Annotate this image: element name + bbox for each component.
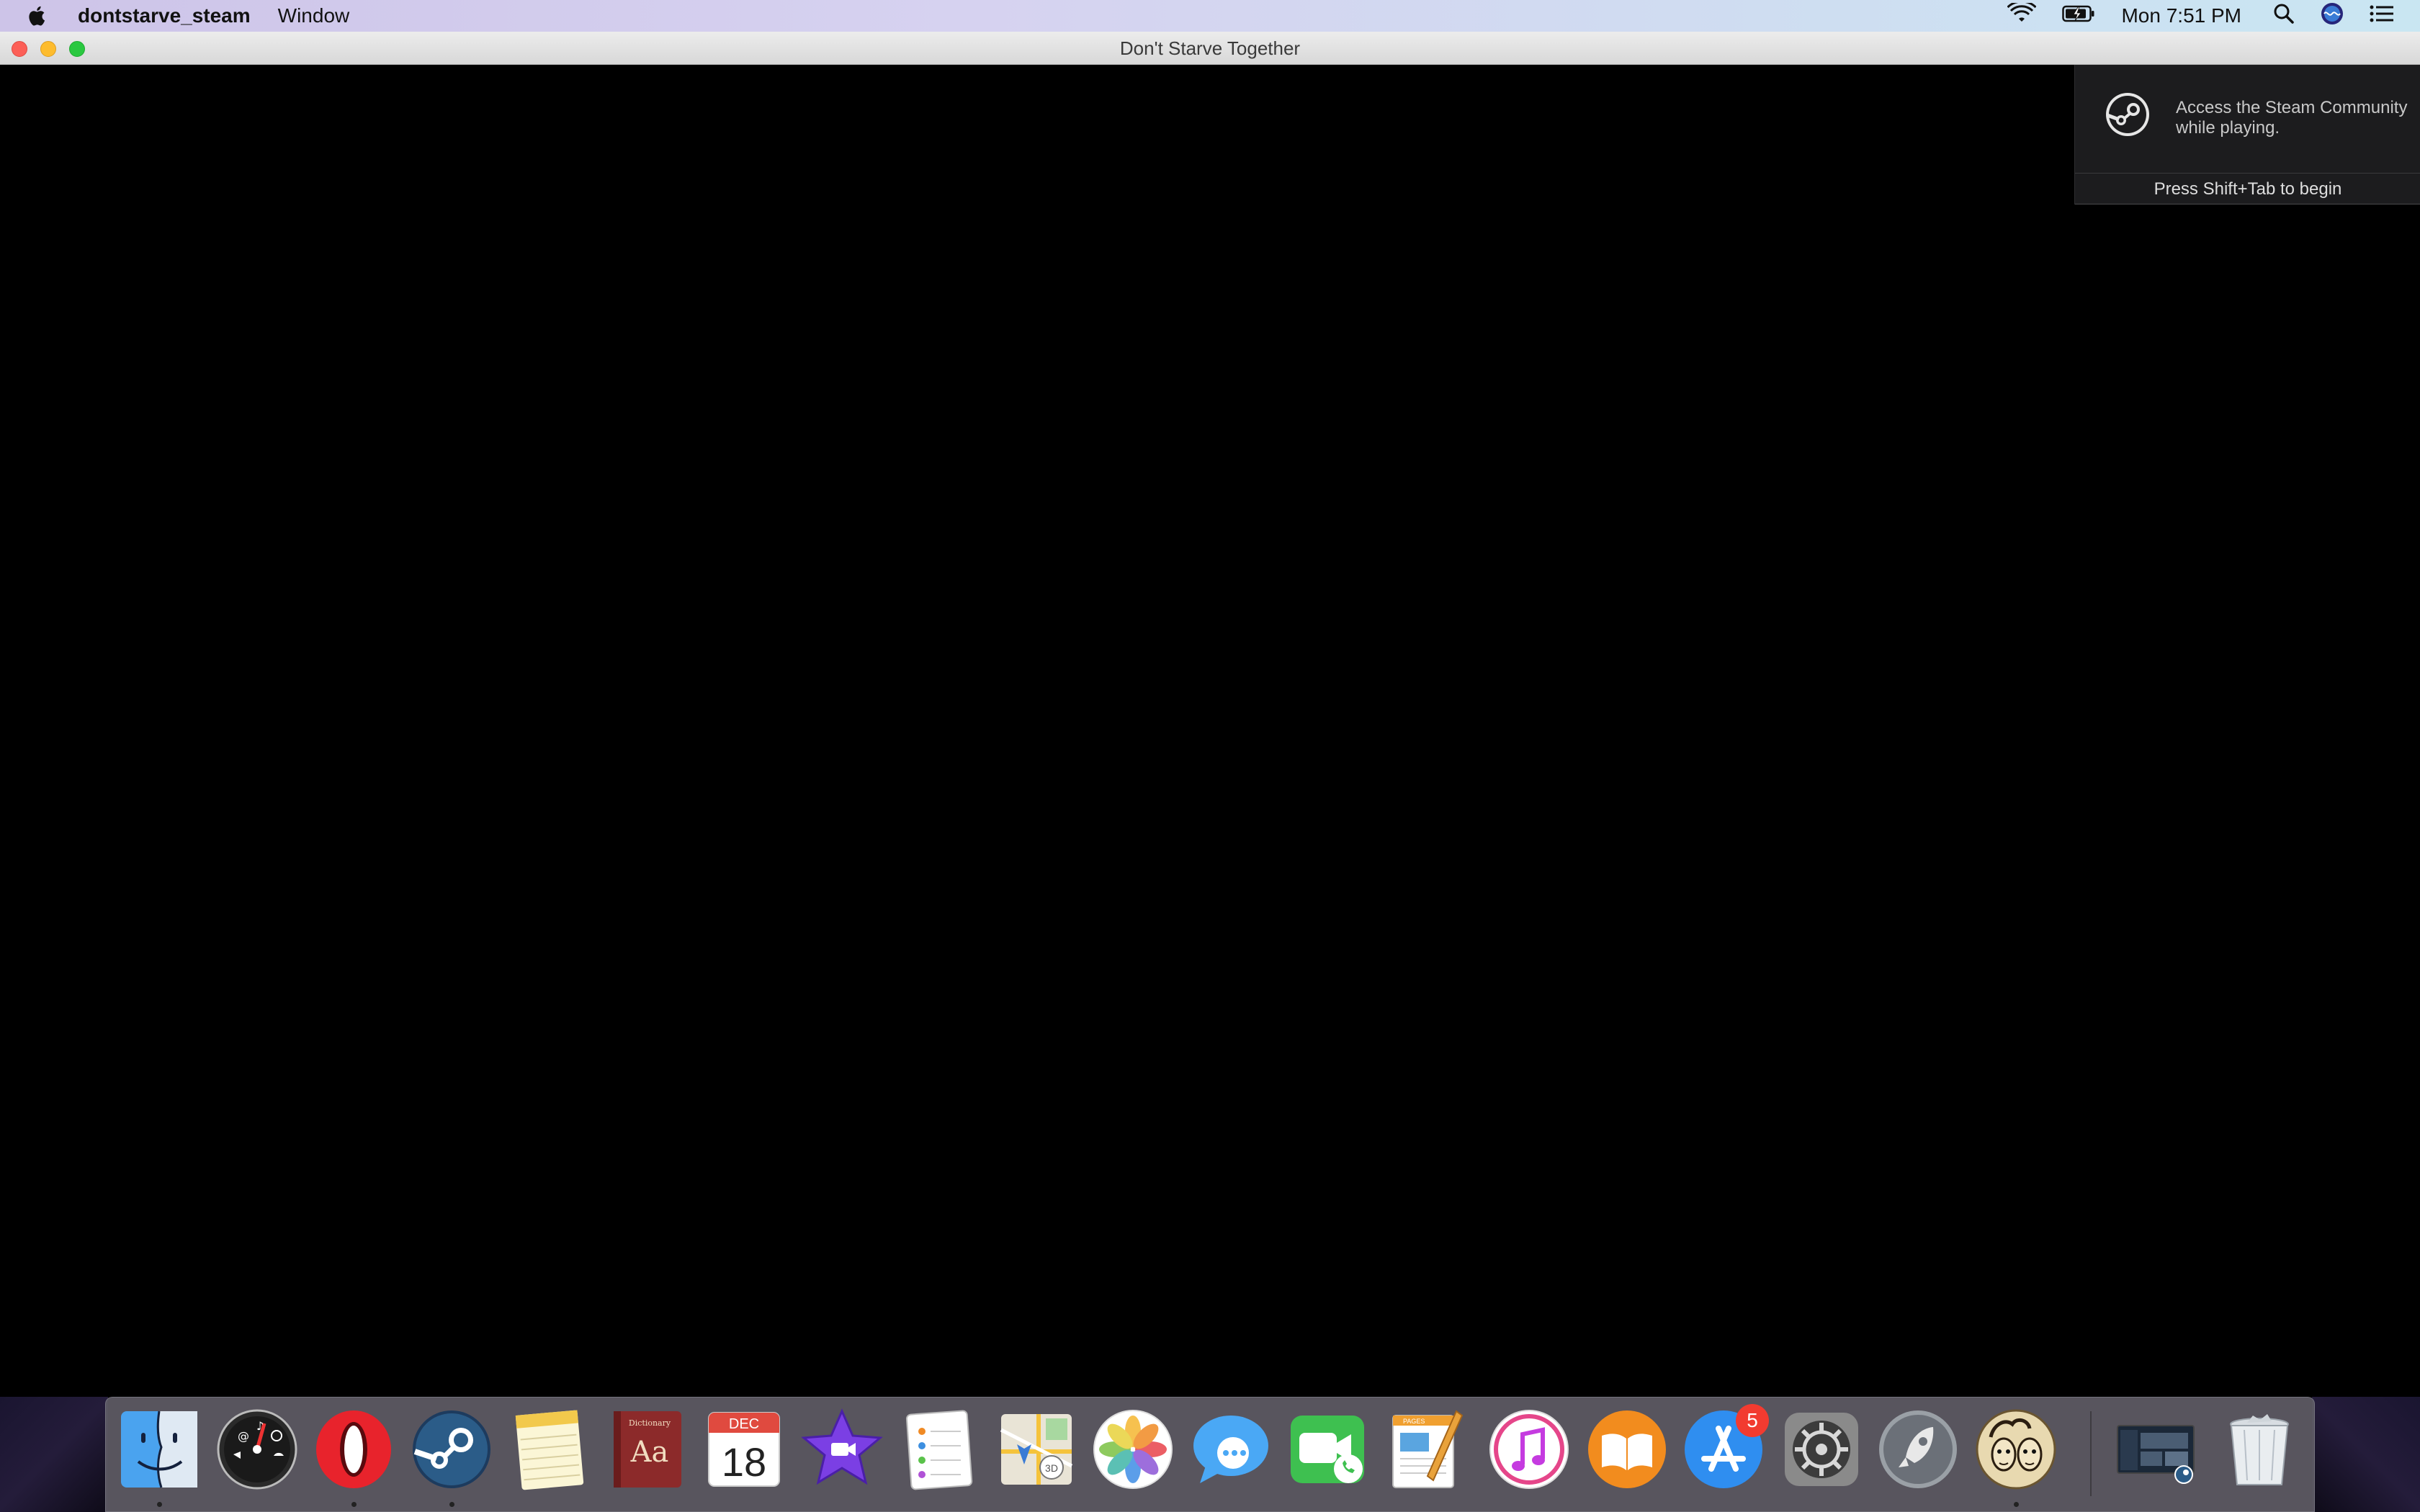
dictionary-icon[interactable]: Aa Dictionary [606,1408,689,1490]
wifi-icon[interactable] [2007,0,2038,30]
spotlight-search-icon[interactable] [2273,3,2295,30]
steam-overlay-message-area: Access the Steam Community while playing… [2075,65,2420,173]
game-canvas[interactable] [0,65,2420,1512]
minimized-window-icon[interactable] [2115,1408,2197,1490]
steam-overlay-notification[interactable]: Access the Steam Community while playing… [2074,65,2420,204]
calendar-icon[interactable]: DEC 18 [703,1408,785,1490]
app-store-badge: 5 [1736,1404,1769,1437]
dashboard-icon[interactable]: @ ♪ [216,1408,298,1490]
window-title-bar: Don't Starve Together [0,32,2420,65]
steam-logo-icon [2105,92,2150,137]
svg-text:PAGES: PAGES [1403,1418,1425,1425]
svg-text:3D: 3D [1045,1462,1058,1474]
dont-starve-together-icon[interactable] [1975,1408,2057,1490]
steam-overlay-hint: Press Shift+Tab to begin [2075,173,2420,204]
notification-center-icon[interactable] [2370,4,2394,28]
pages-icon[interactable]: PAGES [1384,1408,1466,1490]
finder-running-indicator [157,1502,162,1507]
desktop-wallpaper-left [0,1397,108,1512]
siri-icon[interactable] [2321,2,2344,30]
photos-icon[interactable] [1092,1408,1174,1490]
battery-icon[interactable] [2062,4,2095,28]
svg-text:Aa: Aa [630,1436,669,1469]
maps-icon[interactable]: 3D [995,1408,1077,1490]
launchpad-icon[interactable] [1877,1408,1959,1490]
trash-icon[interactable] [2218,1408,2300,1490]
clock[interactable]: Mon 7:51 PM [2121,4,2241,27]
itunes-icon[interactable] [1488,1408,1570,1490]
messages-icon[interactable] [1190,1408,1272,1490]
imovie-icon[interactable] [801,1408,883,1490]
desktop-wallpaper-right [2312,1397,2420,1512]
steam-overlay-message: Access the Steam Community while playing… [2176,98,2408,138]
system-preferences-icon[interactable] [1780,1408,1863,1490]
opera-icon[interactable] [313,1408,395,1490]
steam-running-indicator [449,1502,454,1507]
steam-icon[interactable] [411,1408,493,1490]
menu-window[interactable]: Window [278,4,350,27]
finder-icon[interactable] [118,1408,200,1490]
app-menu-name[interactable]: dontstarve_steam [78,4,251,27]
svg-text:DEC: DEC [729,1416,759,1432]
opera-running-indicator [351,1502,357,1507]
dock-separator [2090,1411,2092,1496]
apple-icon[interactable] [27,4,49,28]
status-area: Mon 7:51 PM [2007,0,2420,32]
svg-text:♪: ♪ [256,1419,264,1433]
svg-text:Dictionary: Dictionary [629,1418,671,1428]
reminders-icon[interactable] [897,1408,980,1490]
ibooks-icon[interactable] [1586,1408,1668,1490]
window-title: Don't Starve Together [1119,37,1301,59]
facetime-icon[interactable] [1286,1408,1368,1490]
menu-bar: dontstarve_steam Window Mon 7:51 PM [0,0,2420,32]
svg-text:18: 18 [722,1439,766,1485]
dont-starve-running-indicator [2014,1502,2019,1507]
notes-icon[interactable] [508,1408,591,1490]
svg-text:@: @ [238,1429,249,1443]
